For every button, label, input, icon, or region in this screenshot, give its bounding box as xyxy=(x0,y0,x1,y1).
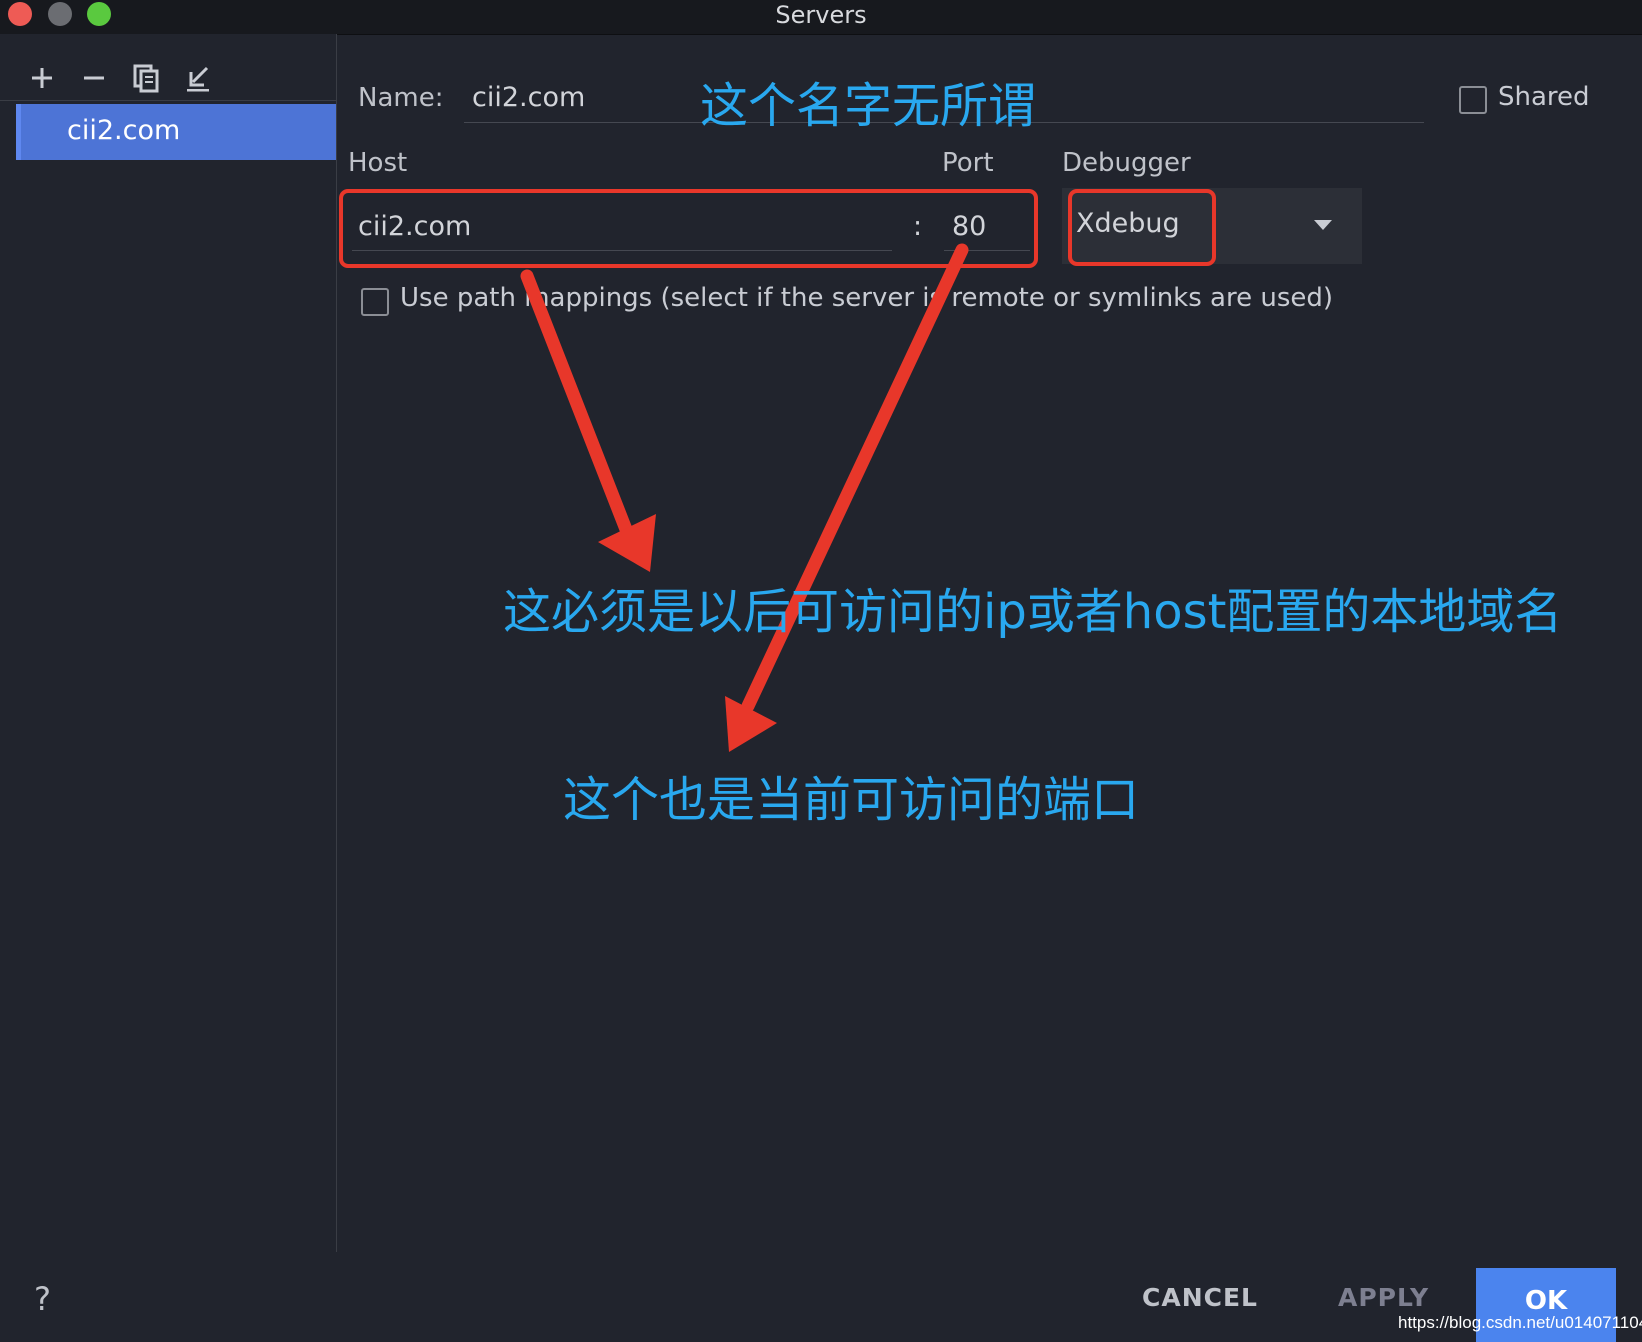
import-arrow-icon xyxy=(187,66,209,92)
cancel-button[interactable]: CANCEL xyxy=(1142,1283,1258,1312)
copy-server-button[interactable] xyxy=(128,60,164,96)
name-annotation: 这个名字无所谓 xyxy=(700,78,1037,134)
watermark: https://blog.csdn.net/u014071104 xyxy=(1398,1313,1642,1332)
debugger-highlight xyxy=(1068,189,1216,266)
name-label: Name: xyxy=(358,83,444,113)
server-list-item-label: cii2.com xyxy=(67,115,181,146)
plus-icon xyxy=(32,68,52,88)
remove-server-button[interactable] xyxy=(76,60,112,96)
path-mappings-checkbox[interactable] xyxy=(361,288,389,316)
port-arrow xyxy=(725,243,969,752)
port-annotation: 这个也是当前可访问的端口 xyxy=(563,772,1140,828)
help-button[interactable]: ? xyxy=(34,1280,51,1318)
toolbar-divider xyxy=(0,100,336,101)
server-list-panel: cii2.com xyxy=(0,34,337,1252)
host-label: Host xyxy=(348,148,408,178)
debugger-label: Debugger xyxy=(1062,148,1191,178)
window-title: Servers xyxy=(775,1,867,29)
add-server-button[interactable] xyxy=(24,60,60,96)
host-arrow xyxy=(520,269,656,572)
path-mappings-label[interactable]: Use path mappings (select if the server … xyxy=(400,283,1333,313)
copy-icon xyxy=(133,64,159,93)
title-bar: Servers xyxy=(0,0,1642,35)
chevron-down-icon xyxy=(1314,220,1332,230)
shared-label[interactable]: Shared xyxy=(1498,82,1590,112)
apply-button[interactable]: APPLY xyxy=(1338,1283,1429,1312)
port-label: Port xyxy=(942,148,994,178)
host-annotation: 这必须是以后可访问的ip或者host配置的本地域名 xyxy=(503,584,1563,640)
shared-checkbox[interactable] xyxy=(1459,86,1487,114)
host-port-highlight xyxy=(339,189,1038,268)
import-server-button[interactable] xyxy=(180,60,216,96)
shared-label-text: Shared xyxy=(1498,82,1590,112)
server-list-item[interactable]: cii2.com xyxy=(16,104,336,160)
minus-icon xyxy=(84,76,104,80)
name-field[interactable]: cii2.com xyxy=(472,82,585,113)
